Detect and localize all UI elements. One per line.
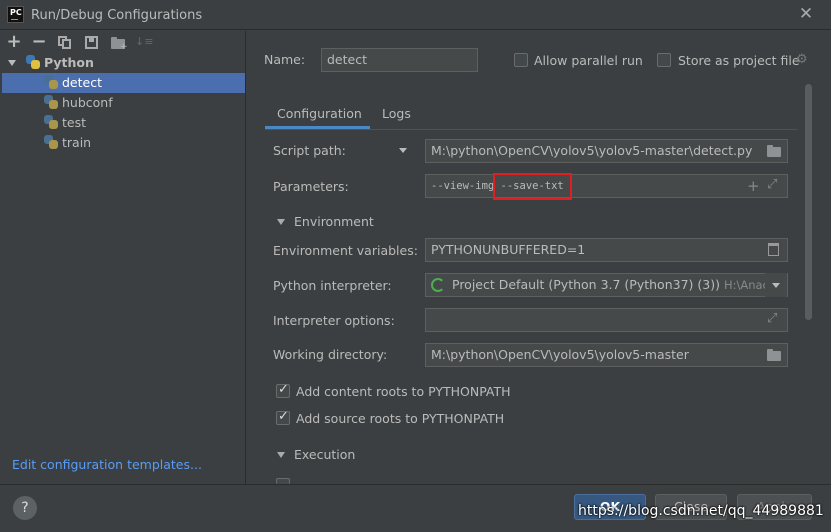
tree-item-detect[interactable]: detect <box>2 73 245 93</box>
watermark-text: https://blog.csdn.net/qq_44989881 <box>578 503 824 519</box>
working-dir-label: Working directory: <box>273 347 388 362</box>
help-button[interactable]: ? <box>13 496 37 520</box>
tree-item-train[interactable]: train <box>0 133 245 153</box>
configurations-sidebar: + − + ↓≡ Python detect hubconf test trai… <box>0 31 246 484</box>
working-dir-field[interactable]: M:\python\OpenCV\yolov5\yolov5-master <box>425 343 788 367</box>
content-roots-label: Add content roots to PYTHONPATH <box>296 384 511 399</box>
parameters-field[interactable]: --view-img --save-txt <box>425 174 788 198</box>
tab-logs[interactable]: Logs <box>382 106 411 121</box>
chevron-down-icon[interactable] <box>8 60 16 66</box>
environment-section-title: Environment <box>294 214 374 229</box>
gear-icon[interactable]: ⚙ <box>796 52 808 67</box>
save-icon[interactable] <box>85 36 98 49</box>
allow-parallel-label: Allow parallel run <box>534 53 643 68</box>
name-label: Name: <box>264 52 306 67</box>
tree-group-label: Python <box>44 55 94 70</box>
close-icon[interactable]: ✕ <box>797 5 815 23</box>
parameters-label: Parameters: <box>273 179 349 194</box>
content-roots-checkbox[interactable] <box>276 382 290 398</box>
edit-templates-link[interactable]: Edit configuration templates... <box>12 457 202 472</box>
copy-icon[interactable] <box>58 36 71 49</box>
tree-item-label: test <box>62 115 87 130</box>
source-roots-checkbox[interactable] <box>276 409 290 425</box>
pycharm-app-icon: PC <box>7 6 24 23</box>
interpreter-options-field[interactable] <box>425 308 788 332</box>
env-vars-label: Environment variables: <box>273 243 418 258</box>
script-target-dropdown-icon[interactable] <box>399 148 407 153</box>
python-sdk-icon <box>431 278 445 292</box>
env-vars-field[interactable]: PYTHONUNBUFFERED=1 <box>425 238 788 262</box>
script-path-field[interactable]: M:\python\OpenCV\yolov5\yolov5-master\de… <box>425 139 788 163</box>
chevron-down-icon[interactable] <box>277 452 285 458</box>
edit-env-vars-icon[interactable] <box>768 243 779 256</box>
interpreter-select[interactable]: Project Default (Python 3.7 (Python37) (… <box>425 273 788 297</box>
tree-item-hubconf[interactable]: hubconf <box>0 93 245 113</box>
store-as-project-label: Store as project file <box>678 53 800 68</box>
move-to-folder-icon[interactable]: + <box>111 37 128 52</box>
tree-item-test[interactable]: test <box>0 113 245 133</box>
name-field[interactable]: detect <box>321 48 478 72</box>
browse-folder-icon[interactable] <box>767 349 781 361</box>
tree-group-python[interactable]: Python <box>0 53 245 73</box>
add-icon[interactable]: + <box>5 33 23 51</box>
tab-configuration[interactable]: Configuration <box>277 106 362 121</box>
python-file-icon <box>44 135 58 149</box>
chevron-down-icon[interactable] <box>772 283 780 288</box>
tree-item-label: detect <box>62 75 102 90</box>
title-bar: PC Run/Debug Configurations ✕ <box>0 0 831 30</box>
execution-section-title: Execution <box>294 447 356 462</box>
python-file-icon <box>44 115 58 129</box>
script-path-label: Script path: <box>273 143 346 158</box>
chevron-down-icon[interactable] <box>277 219 285 225</box>
tree-item-label: hubconf <box>62 95 113 110</box>
interpreter-label: Python interpreter: <box>273 278 392 293</box>
browse-folder-icon[interactable] <box>767 145 781 157</box>
allow-parallel-checkbox[interactable] <box>514 53 528 67</box>
scrollbar-thumb[interactable] <box>805 84 812 320</box>
sort-icon[interactable]: ↓≡ <box>135 33 153 51</box>
expand-icon[interactable]: ⤢ <box>767 177 777 192</box>
window-title: Run/Debug Configurations <box>31 8 203 23</box>
python-icon <box>26 55 40 69</box>
interpreter-value: Project Default (Python 3.7 (Python37) (… <box>452 277 720 292</box>
tree-item-label: train <box>62 135 92 150</box>
tab-divider <box>265 129 798 130</box>
remove-icon[interactable]: − <box>30 33 48 51</box>
python-file-icon <box>44 95 58 109</box>
highlight-box <box>493 173 572 200</box>
expand-icon[interactable]: ⤢ <box>767 311 777 326</box>
store-as-project-checkbox[interactable] <box>657 53 671 67</box>
interpreter-options-label: Interpreter options: <box>273 313 395 328</box>
python-file-icon <box>44 75 58 89</box>
source-roots-label: Add source roots to PYTHONPATH <box>296 411 505 426</box>
insert-macro-icon[interactable]: + <box>747 177 760 195</box>
